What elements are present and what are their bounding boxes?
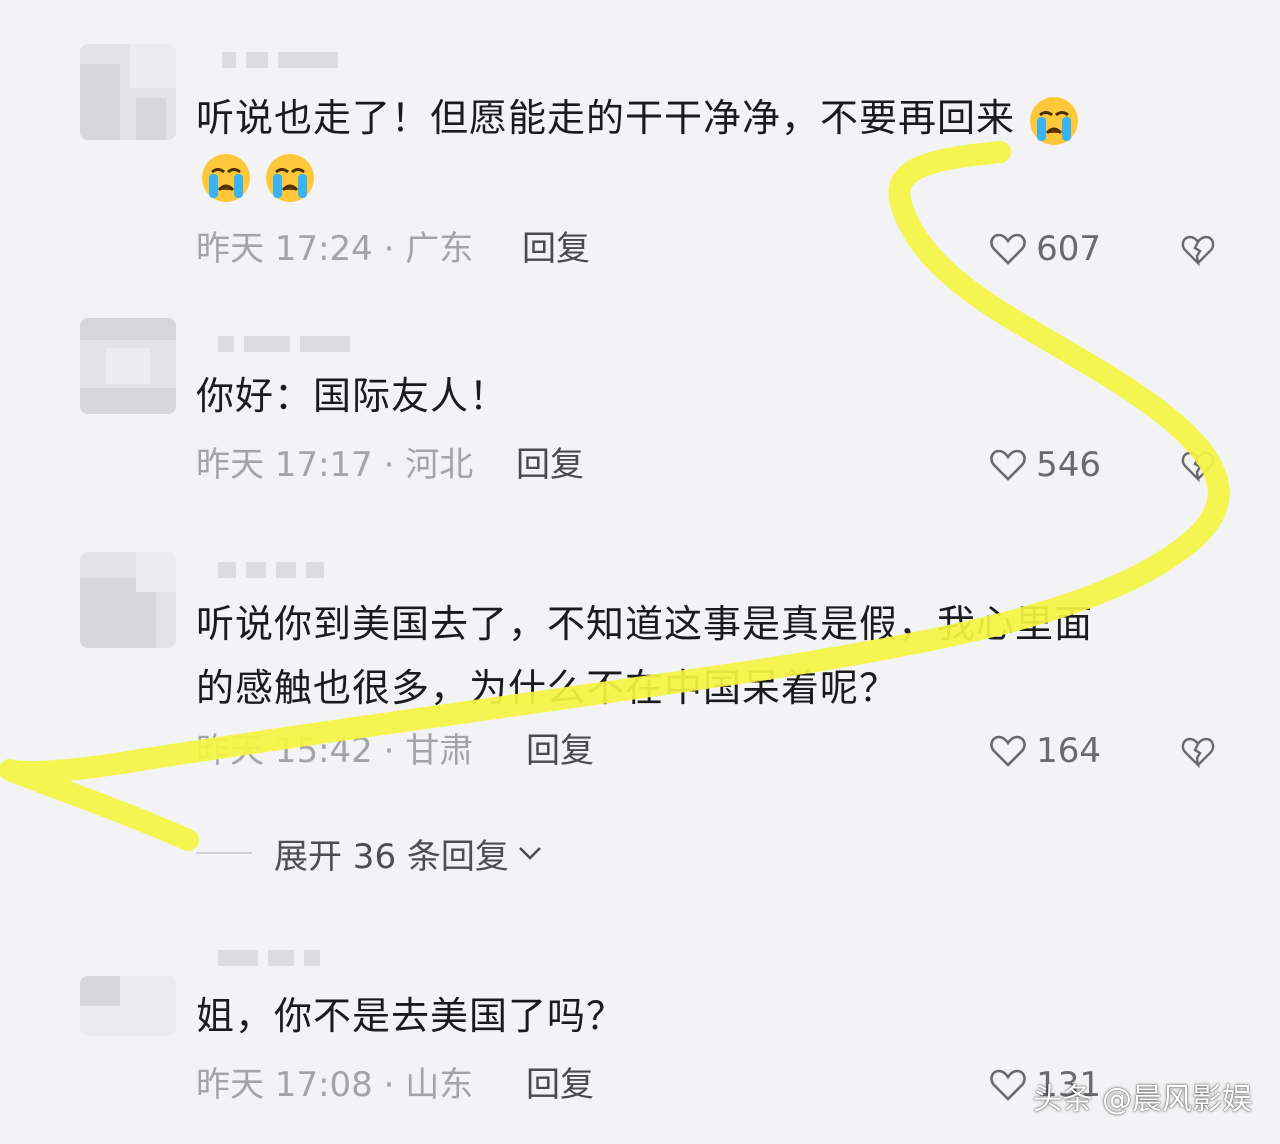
comment-text: 姐，你不是去美国了吗？ — [196, 994, 626, 1038]
comment-text: 听说你到美国去了，不知道这事是真是假，我心里面 的感触也很多，为什么不在中国呆着… — [196, 602, 1094, 710]
emoji-row — [200, 152, 316, 204]
username-blurred[interactable] — [218, 556, 324, 584]
watermark: 头条 @晨风影娱 — [1032, 1074, 1252, 1118]
comment-text: 听说也走了！但愿能走的干干净净，不要再回来 — [196, 86, 1080, 150]
timestamp-location: 昨天 17:17 · 河北 — [196, 445, 474, 485]
watermark-text: 头条 @晨风影娱 — [1032, 1082, 1252, 1117]
like-count: 546 — [1036, 445, 1101, 485]
avatar[interactable] — [80, 976, 176, 1036]
crying-emoji-icon — [202, 154, 250, 202]
timestamp-location: 昨天 15:42 · 甘肃 — [196, 731, 474, 771]
reply-button[interactable]: 回复 — [516, 440, 584, 490]
timestamp-location: 昨天 17:08 · 山东 — [196, 1065, 474, 1105]
reply-button[interactable]: 回复 — [526, 726, 594, 776]
broken-heart-icon[interactable] — [1180, 232, 1216, 268]
heart-outline-icon — [990, 735, 1026, 767]
like-button[interactable]: 546 — [988, 440, 1101, 490]
comment-meta: 昨天 17:17 · 河北 回复 546 — [196, 440, 1246, 490]
highlight-annotation — [0, 141, 1230, 851]
avatar[interactable] — [80, 318, 176, 414]
crying-emoji-icon — [266, 154, 314, 202]
timestamp-location: 昨天 17:24 · 广东 — [196, 229, 474, 269]
comment-meta: 昨天 15:42 · 甘肃 回复 164 — [196, 726, 1246, 776]
like-count: 164 — [1036, 731, 1101, 771]
like-button[interactable]: 607 — [988, 224, 1101, 274]
comment-meta: 昨天 17:24 · 广东 回复 607 — [196, 224, 1246, 274]
like-button[interactable]: 164 — [988, 726, 1101, 776]
broken-heart-icon[interactable] — [1180, 734, 1216, 770]
reply-button[interactable]: 回复 — [522, 224, 590, 274]
comment-text: 你好：国际友人！ — [196, 374, 509, 418]
divider — [196, 852, 252, 854]
avatar[interactable] — [80, 552, 176, 648]
like-count: 607 — [1036, 229, 1101, 269]
chevron-down-icon — [518, 847, 541, 860]
heart-outline-icon — [990, 449, 1026, 481]
avatar[interactable] — [80, 44, 176, 140]
expand-replies[interactable]: 展开 36 条回复 — [196, 828, 545, 878]
heart-outline-icon — [990, 233, 1026, 265]
username-blurred[interactable] — [218, 330, 350, 358]
reply-button[interactable]: 回复 — [526, 1060, 594, 1110]
crying-emoji-icon — [1030, 96, 1079, 145]
username-blurred[interactable] — [218, 944, 320, 972]
broken-heart-icon[interactable] — [1180, 448, 1216, 484]
heart-outline-icon — [990, 1069, 1026, 1101]
expand-replies-label: 展开 36 条回复 — [274, 836, 509, 877]
username-blurred[interactable] — [222, 46, 338, 74]
